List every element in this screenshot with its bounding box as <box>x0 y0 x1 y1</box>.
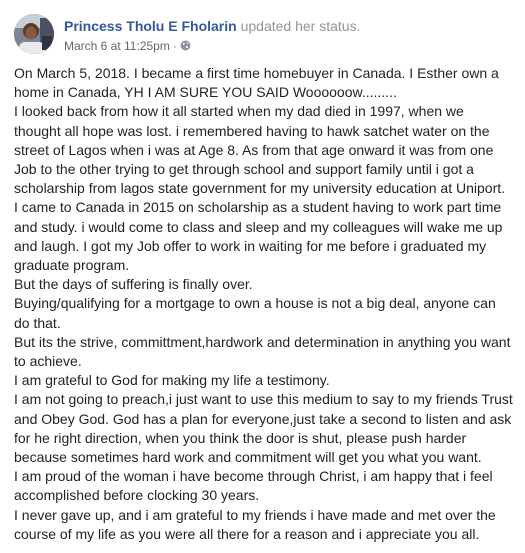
post-paragraph: I am not going to preach,i just want to … <box>14 391 513 466</box>
post-paragraph: But its the strive, committment,hardwork… <box>14 333 511 370</box>
post-meta: March 6 at 11:25pm · <box>64 38 191 54</box>
author-avatar[interactable] <box>14 14 54 54</box>
post-paragraph: I came to Canada in 2015 on scholarship … <box>14 199 503 274</box>
post-timestamp[interactable]: March 6 at 11:25pm <box>64 39 170 53</box>
profile-photo-icon <box>14 14 54 54</box>
post-paragraph: I am grateful to God for making my life … <box>14 372 330 389</box>
post-paragraph: I looked back from how it all started wh… <box>14 103 506 197</box>
facebook-post: Princess Tholu E Fholarin updated her st… <box>0 0 525 553</box>
post-paragraph: I never gave up, and i am grateful to my… <box>14 506 496 542</box>
post-action-text: updated her status. <box>240 18 361 34</box>
post-paragraph: But the days of suffering is finally ove… <box>14 276 253 293</box>
post-paragraph: On March 5, 2018. I became a first time … <box>14 65 499 101</box>
author-name-link[interactable]: Princess Tholu E Fholarin <box>64 18 237 34</box>
post-paragraph: Buying/qualifying for a mortgage to own … <box>14 295 496 331</box>
post-body: On March 5, 2018. I became a first time … <box>14 64 514 544</box>
post-header: Princess Tholu E Fholarin updated her st… <box>14 14 514 54</box>
author-line: Princess Tholu E Fholarin updated her st… <box>64 17 360 35</box>
globe-icon[interactable] <box>180 39 191 51</box>
meta-separator: · <box>172 39 177 53</box>
post-paragraph: I am proud of the woman i have become th… <box>14 468 493 504</box>
